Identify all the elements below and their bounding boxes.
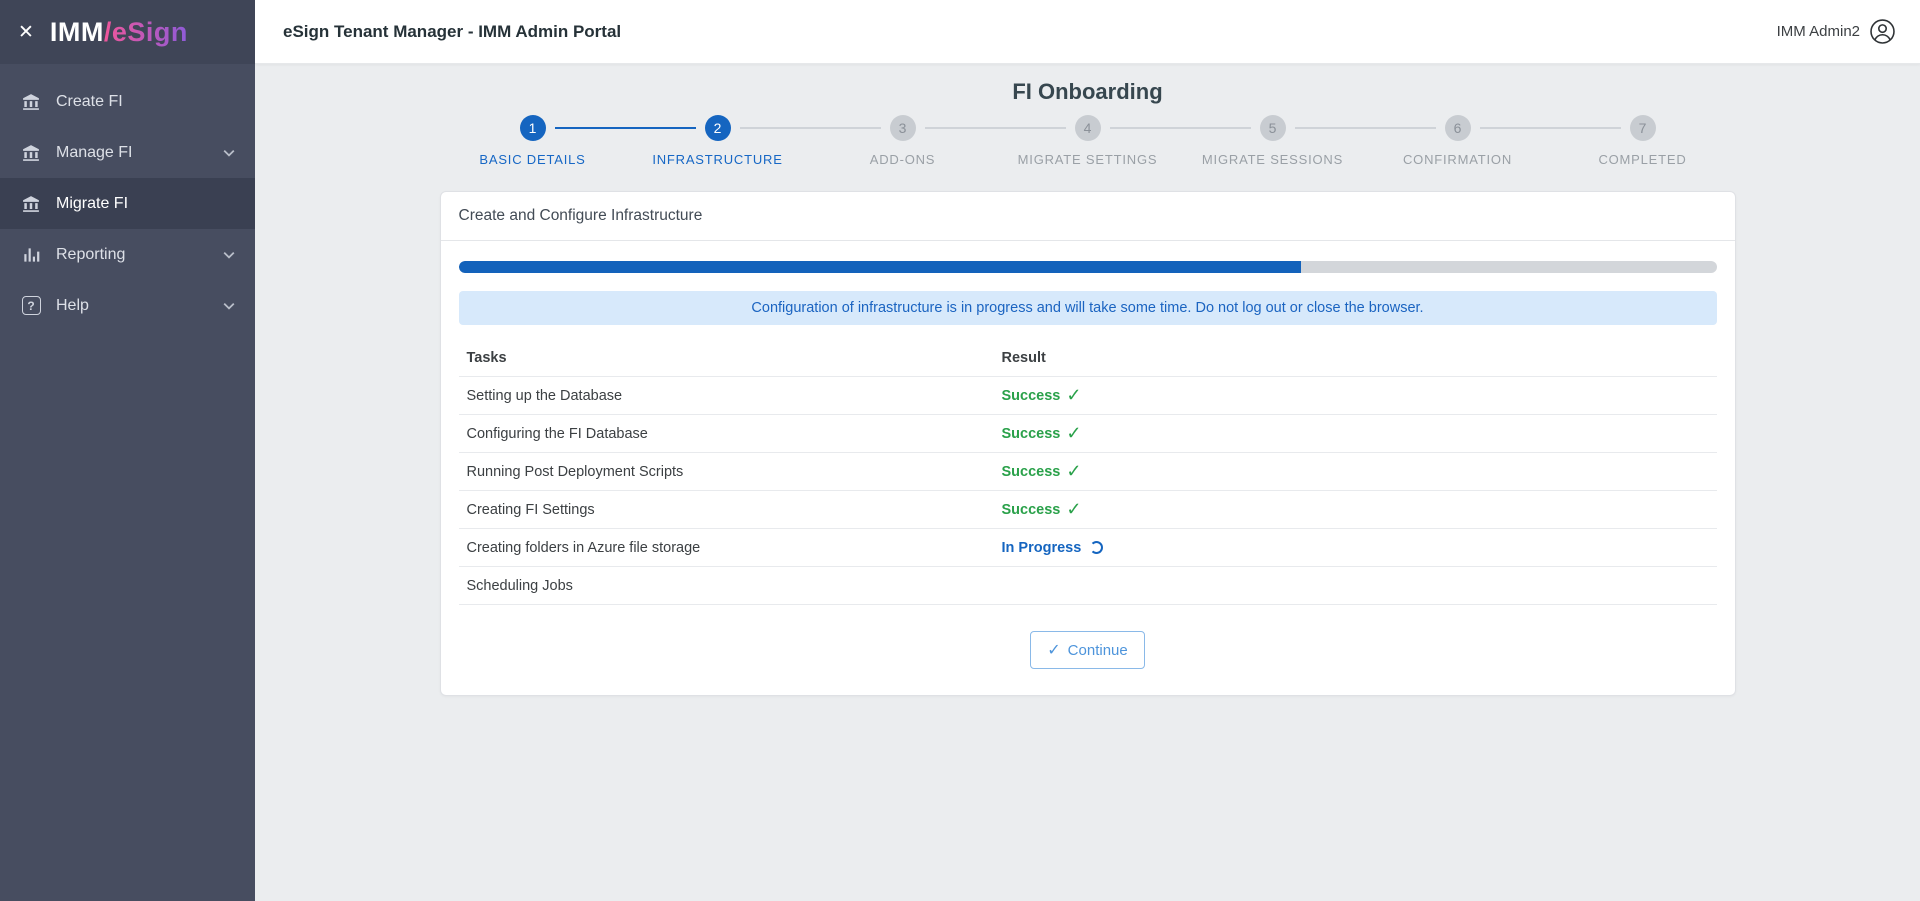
step-circle: 7 — [1629, 115, 1656, 141]
sidebar-item-create-fi[interactable]: Create FI — [0, 76, 255, 127]
progress-fill — [458, 261, 1302, 273]
table-row: Scheduling Jobs — [458, 567, 1717, 605]
app-logo: IMM/eSign — [50, 17, 188, 48]
task-result: Success ✓ — [1001, 461, 1082, 481]
step-label: MIGRATE SETTINGS — [1017, 152, 1158, 167]
task-result: In Progress — [994, 540, 1717, 556]
result-column-header: Result — [1001, 349, 1046, 366]
sidebar-item-label: Reporting — [56, 245, 126, 263]
app-title: eSign Tenant Manager - IMM Admin Portal — [283, 21, 622, 41]
table-row: Creating FI Settings Success ✓ — [458, 491, 1717, 529]
step-circle: 1 — [519, 115, 546, 141]
top-bar: eSign Tenant Manager - IMM Admin Portal … — [255, 0, 1920, 64]
sidebar: ✕ IMM/eSign Create FI Manage FI Migrate — [0, 0, 255, 901]
chevron-down-icon — [223, 251, 235, 259]
step-circle: 3 — [889, 115, 916, 141]
continue-button[interactable]: ✓ Continue — [1030, 631, 1145, 669]
task-result: Success ✓ — [1001, 499, 1082, 519]
step-label: COMPLETED — [1598, 152, 1687, 167]
check-icon: ✓ — [1047, 642, 1061, 659]
check-icon: ✓ — [1066, 423, 1082, 443]
step-label: ADD-ONS — [869, 152, 936, 167]
page-title: FI Onboarding — [1012, 79, 1163, 104]
spinner-icon — [1090, 541, 1104, 554]
task-name: Scheduling Jobs — [466, 577, 573, 594]
user-avatar-icon — [1869, 18, 1896, 45]
check-icon: ✓ — [1066, 385, 1082, 405]
step-circle: 2 — [704, 115, 731, 141]
card-body: Configuration of infrastructure is in pr… — [441, 241, 1735, 695]
task-name: Creating folders in Azure file storage — [466, 539, 701, 556]
sidebar-nav: Create FI Manage FI Migrate FI Reporting — [0, 64, 255, 331]
check-icon: ✓ — [1066, 499, 1082, 519]
stepper: 1 BASIC DETAILS 2 INFRASTRUCTURE 3 ADD-O… — [440, 115, 1735, 167]
user-menu[interactable]: IMM Admin2 — [1777, 18, 1896, 45]
tasks-column-header: Tasks — [466, 349, 507, 366]
main-content: FI Onboarding 1 BASIC DETAILS 2 INFRASTR… — [255, 64, 1920, 901]
sidebar-logo-strip: ✕ IMM/eSign — [0, 0, 255, 64]
step-label: BASIC DETAILS — [479, 152, 586, 167]
table-row: Setting up the Database Success ✓ — [458, 377, 1717, 415]
task-table: Tasks Result Setting up the Database Suc… — [458, 339, 1717, 605]
table-row: Creating folders in Azure file storage I… — [458, 529, 1717, 567]
logo-esign-text: /eSign — [103, 16, 188, 47]
sidebar-item-label: Help — [56, 296, 89, 314]
card-title: Create and Configure Infrastructure — [440, 192, 1735, 241]
chevron-down-icon — [223, 302, 235, 310]
table-row: Running Post Deployment Scripts Success ✓ — [458, 453, 1717, 491]
bar-chart-icon — [20, 244, 42, 266]
infrastructure-card: Create and Configure Infrastructure Conf… — [439, 191, 1736, 696]
step-confirmation[interactable]: 6 CONFIRMATION — [1365, 115, 1550, 167]
sidebar-item-help[interactable]: ? Help — [0, 280, 255, 331]
step-infrastructure[interactable]: 2 INFRASTRUCTURE — [625, 115, 810, 167]
step-migrate-settings[interactable]: 4 MIGRATE SETTINGS — [995, 115, 1180, 167]
bank-icon — [20, 142, 42, 164]
sidebar-item-label: Migrate FI — [56, 194, 129, 212]
sidebar-item-reporting[interactable]: Reporting — [0, 229, 255, 280]
logo-imm-text: IMM — [49, 16, 104, 47]
step-circle: 5 — [1259, 115, 1286, 141]
bank-icon — [20, 91, 42, 113]
sidebar-item-manage-fi[interactable]: Manage FI — [0, 127, 255, 178]
info-banner: Configuration of infrastructure is in pr… — [458, 291, 1717, 325]
step-label: MIGRATE SESSIONS — [1201, 152, 1344, 167]
task-name: Configuring the FI Database — [466, 425, 648, 442]
step-migrate-sessions[interactable]: 5 MIGRATE SESSIONS — [1180, 115, 1365, 167]
step-completed[interactable]: 7 COMPLETED — [1550, 115, 1735, 167]
sidebar-item-label: Create FI — [56, 92, 123, 110]
task-name: Creating FI Settings — [466, 501, 595, 518]
sidebar-item-migrate-fi[interactable]: Migrate FI — [0, 178, 255, 229]
task-name: Running Post Deployment Scripts — [466, 463, 684, 480]
step-circle: 6 — [1444, 115, 1471, 141]
step-label: INFRASTRUCTURE — [652, 152, 783, 167]
button-row: ✓ Continue — [459, 631, 1717, 669]
table-row: Configuring the FI Database Success ✓ — [458, 415, 1717, 453]
step-basic-details[interactable]: 1 BASIC DETAILS — [440, 115, 625, 167]
task-result: Success ✓ — [1001, 423, 1082, 443]
task-name: Setting up the Database — [466, 387, 623, 404]
check-icon: ✓ — [1066, 461, 1082, 481]
step-label: CONFIRMATION — [1402, 152, 1513, 167]
step-circle: 4 — [1074, 115, 1101, 141]
step-add-ons[interactable]: 3 ADD-ONS — [810, 115, 995, 167]
progress-bar — [458, 261, 1717, 273]
task-result: Success ✓ — [1001, 385, 1082, 405]
user-name: IMM Admin2 — [1776, 23, 1860, 40]
close-icon[interactable]: ✕ — [18, 23, 34, 42]
help-icon: ? — [20, 295, 42, 317]
bank-icon — [20, 193, 42, 215]
table-header-row: Tasks Result — [458, 339, 1717, 377]
sidebar-item-label: Manage FI — [56, 143, 133, 161]
chevron-down-icon — [223, 149, 235, 157]
